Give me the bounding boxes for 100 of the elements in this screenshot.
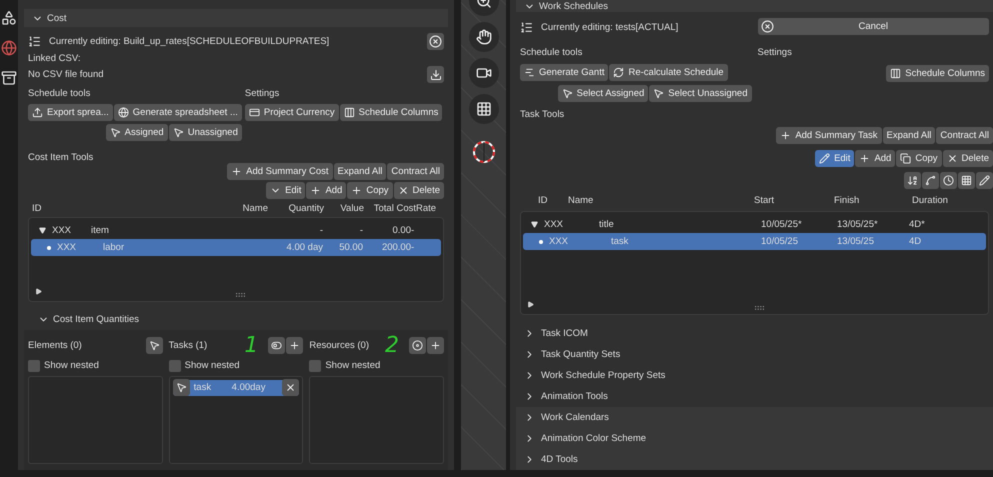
resize-grip-icon[interactable]: [236, 292, 246, 297]
button[interactable]: Export sprea...: [28, 104, 113, 122]
handwritten-number: 1: [244, 336, 258, 356]
table-row[interactable]: XXX labor 4.00 day 50.00 200.00-: [31, 239, 441, 256]
button[interactable]: Schedule Columns: [340, 104, 442, 122]
checkbox-label: Show nested: [184, 360, 240, 372]
clock-button[interactable]: [940, 172, 957, 188]
select-button[interactable]: [146, 337, 163, 354]
table-cell-text: 0.00: [392, 225, 411, 236]
button[interactable]: Add: [855, 150, 896, 166]
column-header: Duration: [912, 194, 949, 206]
pointer-icon: [653, 88, 664, 98]
list-item[interactable]: task 4.00day: [172, 380, 300, 396]
triangle-icon[interactable]: [39, 227, 46, 234]
field-label: Linked CSV:: [28, 53, 80, 64]
grid-icon: [476, 101, 492, 117]
grid-button[interactable]: [468, 94, 498, 124]
triangle-icon[interactable]: [531, 221, 538, 228]
button[interactable]: Edit: [815, 150, 854, 166]
button[interactable]: Delete: [394, 182, 444, 199]
path-button[interactable]: [922, 172, 939, 188]
grid-button[interactable]: [958, 172, 975, 188]
add-button[interactable]: [286, 337, 304, 354]
sort-button[interactable]: [904, 172, 921, 188]
pointer-icon: [562, 88, 573, 98]
close-button[interactable]: [427, 32, 444, 50]
shapes-icon[interactable]: [1, 10, 17, 26]
panel-header[interactable]: Cost: [24, 9, 448, 28]
button[interactable]: Schedule Columns: [886, 64, 989, 82]
pointer-icon: [148, 340, 160, 352]
button[interactable]: Select Unassigned: [649, 84, 752, 102]
clock-icon: [943, 174, 954, 186]
bullet-icon: [47, 246, 51, 250]
toggle-button[interactable]: [268, 337, 286, 354]
collapsed-section[interactable]: Work Calendars: [516, 407, 993, 428]
button[interactable]: Project Currency: [244, 104, 339, 122]
button[interactable]: Delete: [942, 150, 993, 166]
add-button[interactable]: [427, 337, 444, 354]
checkbox[interactable]: [309, 360, 322, 372]
button[interactable]: Re-calculate Schedule: [609, 64, 728, 81]
collapsed-section[interactable]: Animation Color Scheme: [516, 428, 993, 449]
collapsed-section[interactable]: 4D Tools: [516, 449, 993, 470]
panel-header[interactable]: Work Schedules: [516, 0, 993, 12]
globe-icon[interactable]: [1, 40, 17, 56]
subpanel-header[interactable]: Cost Item Quantities: [24, 310, 448, 330]
button[interactable]: Add: [306, 182, 346, 199]
editing-label: Currently editing: Build_up_rates[SCHEDULEOFBUILDUPRATES]: [49, 36, 330, 47]
checkbox[interactable]: [168, 360, 181, 372]
select-button[interactable]: [172, 379, 190, 396]
button[interactable]: Assigned: [106, 124, 168, 141]
play-icon[interactable]: [35, 288, 42, 295]
column-header: Finish: [834, 194, 860, 206]
hand-button[interactable]: [468, 22, 498, 52]
table-row[interactable]: XXX task 10/05/25 13/05/25 4D: [523, 233, 986, 250]
hand-icon: [476, 29, 492, 45]
pencil-button[interactable]: [976, 172, 993, 188]
columns-icon: [344, 107, 355, 118]
table-cell-text: -: [411, 242, 416, 254]
camera-button[interactable]: [468, 58, 498, 88]
table-cell-text: title: [599, 219, 615, 230]
button[interactable]: Select Assigned: [558, 84, 648, 102]
table-row[interactable]: XXX title 10/05/25* 13/05/25* 4D*: [523, 216, 986, 233]
button[interactable]: Add Summary Cost: [227, 163, 333, 180]
x-icon: [398, 184, 409, 196]
checkbox[interactable]: [28, 360, 40, 372]
plus-icon: [289, 340, 300, 352]
button[interactable]: Edit: [266, 182, 306, 199]
card-icon: [248, 107, 260, 118]
archive-icon[interactable]: [1, 70, 17, 86]
resize-grip-icon[interactable]: [754, 306, 764, 310]
button[interactable]: Add Summary Task: [776, 126, 882, 144]
pencil-icon: [979, 174, 990, 186]
numbered-list-icon: [520, 20, 533, 34]
button[interactable]: Expand All: [882, 126, 936, 144]
item-quantity: 4.00day: [232, 382, 266, 394]
list-title: Elements (0): [28, 340, 82, 352]
x-icon: [946, 152, 958, 164]
button[interactable]: Expand All: [334, 163, 386, 180]
grid-icon: [961, 174, 972, 186]
button[interactable]: Contract All: [936, 126, 993, 144]
bullet-icon: [539, 240, 543, 244]
disc-button[interactable]: [409, 337, 426, 354]
column-header: Start: [754, 194, 776, 206]
pointer-icon: [176, 382, 187, 394]
table-row[interactable]: XXX item - - 0.00-: [31, 222, 441, 240]
button[interactable]: Copy: [896, 150, 942, 166]
button[interactable]: Contract All: [387, 163, 444, 180]
refresh-icon: [613, 67, 624, 78]
globe-icon: [118, 107, 129, 118]
button[interactable]: Unassigned: [168, 124, 242, 141]
handwritten-number: 2: [385, 336, 399, 356]
play-icon[interactable]: [527, 301, 534, 308]
button[interactable]: Copy: [347, 182, 393, 199]
table-cell-text: 200.00: [380, 242, 411, 254]
button[interactable]: Generate spreadsheet ...: [114, 104, 242, 122]
button[interactable]: Generate Gantt: [520, 64, 608, 81]
download-button[interactable]: [427, 66, 444, 84]
panel-title: Cost: [47, 12, 67, 24]
cancel-button[interactable]: Cancel: [758, 18, 989, 35]
remove-button[interactable]: [282, 379, 300, 396]
